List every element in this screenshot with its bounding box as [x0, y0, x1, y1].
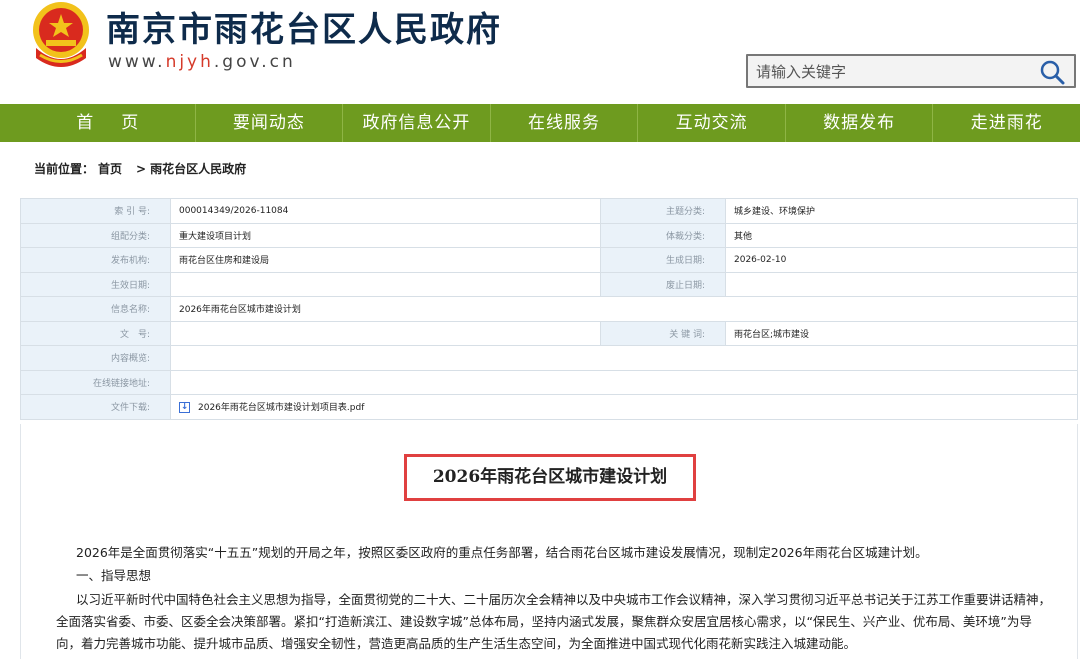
- breadcrumb-home-link[interactable]: 首页: [98, 162, 122, 176]
- site-url[interactable]: www.njyh.gov.cn: [108, 52, 296, 72]
- main-nav: 首页 要闻动态 政府信息公开 在线服务 互动交流 数据发布 走进雨花: [0, 104, 1080, 142]
- url-prefix: www.: [108, 52, 166, 72]
- nav-item-online-service[interactable]: 在线服务: [491, 104, 639, 142]
- download-link[interactable]: 2026年雨花台区城市建设计划项目表.pdf: [198, 403, 364, 413]
- keywords-label: 关 键 词:: [600, 320, 726, 346]
- table-row: 发布机构: 雨花台区住房和建设局 生成日期: 2026-02-10: [20, 247, 1078, 273]
- nav-item-gov-info[interactable]: 政府信息公开: [343, 104, 491, 142]
- index-value: 000014349/2026-11084: [170, 198, 601, 224]
- document-title: 2026年雨花台区城市建设计划: [432, 467, 668, 487]
- site-header: 南京市雨花台区人民政府 www.njyh.gov.cn: [0, 0, 1080, 100]
- nav-item-about-yuhua[interactable]: 走进雨花: [933, 104, 1080, 142]
- docno-value: [170, 320, 601, 346]
- table-row: 文件下载: ↓ 2026年雨花台区城市建设计划项目表.pdf: [20, 394, 1078, 420]
- category-label: 组配分类:: [20, 222, 171, 248]
- abolished-value: [725, 271, 1078, 297]
- breadcrumb: 当前位置： 首页 > 雨花台区人民政府: [34, 160, 250, 177]
- breadcrumb-label: 当前位置：: [34, 162, 95, 176]
- nav-item-interaction[interactable]: 互动交流: [638, 104, 786, 142]
- topic-label: 主题分类:: [600, 198, 726, 224]
- created-label: 生成日期:: [600, 247, 726, 273]
- download-cell: ↓ 2026年雨花台区城市建设计划项目表.pdf: [170, 394, 1078, 420]
- nav-item-data-release[interactable]: 数据发布: [786, 104, 934, 142]
- national-emblem-icon: [33, 2, 89, 67]
- nav-edge: [0, 104, 20, 142]
- index-label: 索 引 号:: [20, 198, 171, 224]
- publisher-label: 发布机构:: [20, 247, 171, 273]
- keywords-value: 雨花台区;城市建设: [725, 320, 1078, 346]
- genre-value: 其他: [725, 222, 1078, 248]
- breadcrumb-current-link[interactable]: 雨花台区人民政府: [150, 162, 246, 176]
- search-box: [746, 54, 1076, 88]
- document-paragraph: 2026年是全面贯彻落实“十五五”规划的开局之年，按照区委区政府的重点任务部署，…: [76, 545, 928, 560]
- name-value: 2026年雨花台区城市建设计划: [170, 296, 1078, 322]
- nav-item-news[interactable]: 要闻动态: [196, 104, 344, 142]
- document-paragraph: 以习近平新时代中国特色社会主义思想为指导，全面贯彻党的二十大、二十届历次全会精神…: [56, 592, 1052, 651]
- search-icon[interactable]: [1038, 59, 1066, 85]
- breadcrumb-separator: >: [136, 162, 147, 176]
- summary-label: 内容概览:: [20, 345, 171, 371]
- search-input[interactable]: [756, 60, 1026, 84]
- topic-value: 城乡建设、环境保护: [725, 198, 1078, 224]
- table-row: 生效日期: 废止日期:: [20, 271, 1078, 297]
- document-title-box: 2026年雨花台区城市建设计划: [404, 454, 696, 501]
- table-row: 组配分类: 重大建设项目计划 体裁分类: 其他: [20, 222, 1078, 248]
- effective-value: [170, 271, 601, 297]
- document-heading: 一、指导思想: [76, 568, 152, 583]
- name-label: 信息名称:: [20, 296, 171, 322]
- created-value: 2026-02-10: [725, 247, 1078, 273]
- download-label: 文件下载:: [20, 394, 171, 420]
- table-row: 索 引 号: 000014349/2026-11084 主题分类: 城乡建设、环…: [20, 198, 1078, 224]
- table-row: 信息名称: 2026年雨花台区城市建设计划: [20, 296, 1078, 322]
- effective-label: 生效日期:: [20, 271, 171, 297]
- genre-label: 体裁分类:: [600, 222, 726, 248]
- category-value: 重大建设项目计划: [170, 222, 601, 248]
- table-row: 文 号: 关 键 词: 雨花台区;城市建设: [20, 320, 1078, 346]
- table-row: 内容概览:: [20, 345, 1078, 371]
- site-title: 南京市雨花台区人民政府: [106, 10, 502, 50]
- link-value: [170, 369, 1078, 395]
- info-table: 索 引 号: 000014349/2026-11084 主题分类: 城乡建设、环…: [20, 198, 1078, 420]
- link-label: 在线链接地址:: [20, 369, 171, 395]
- download-icon[interactable]: ↓: [179, 402, 190, 414]
- summary-value: [170, 345, 1078, 371]
- publisher-value: 雨花台区住房和建设局: [170, 247, 601, 273]
- url-suffix: .gov.cn: [213, 52, 296, 72]
- url-highlight: njyh: [165, 52, 214, 72]
- nav-item-home[interactable]: 首页: [20, 104, 196, 142]
- table-row: 在线链接地址:: [20, 369, 1078, 395]
- abolished-label: 废止日期:: [600, 271, 726, 297]
- docno-label: 文 号:: [20, 320, 171, 346]
